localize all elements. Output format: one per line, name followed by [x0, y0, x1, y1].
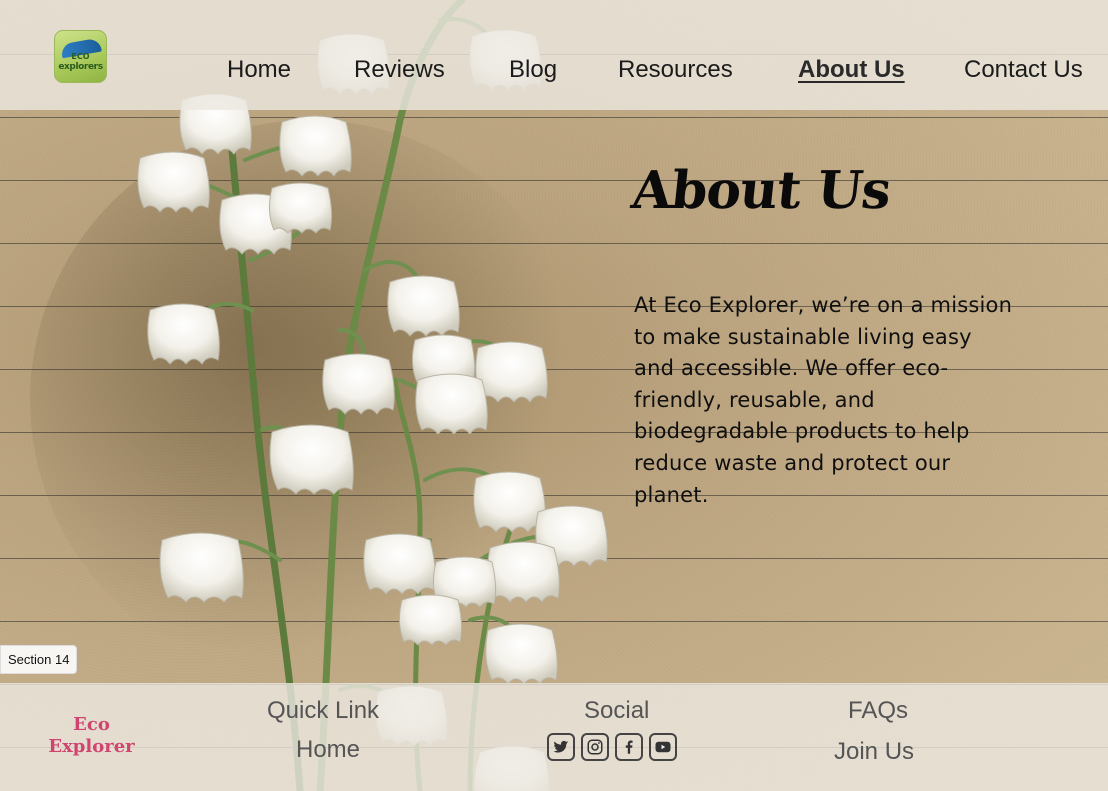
youtube-icon[interactable] — [649, 733, 677, 761]
nav-home[interactable]: Home — [227, 56, 291, 84]
quick-link-heading: Quick Link — [267, 697, 380, 724]
site-header: ECO explorers Home Reviews Blog Resource… — [0, 0, 1108, 110]
nav-contact-us[interactable]: Contact Us — [964, 56, 1083, 84]
logo-line2: explorers — [58, 62, 103, 72]
section-label: Section 14 — [0, 645, 78, 674]
nav-blog[interactable]: Blog — [509, 56, 557, 84]
logo-line1: ECO — [71, 52, 90, 61]
facebook-icon[interactable] — [615, 733, 643, 761]
page-title: About Us — [628, 160, 894, 221]
footer-brand-line1: Eco — [73, 714, 110, 735]
about-paragraph: At Eco Explorer, we’re on a mission to m… — [634, 293, 1013, 507]
footer-brand-line2: Explorer — [48, 736, 135, 757]
nav-about-us[interactable]: About Us — [798, 56, 905, 84]
social-heading: Social — [584, 697, 650, 724]
join-us-link[interactable]: Join Us — [834, 738, 914, 766]
footer-link-home[interactable]: Home — [296, 736, 360, 764]
faqs-heading[interactable]: FAQs — [848, 697, 908, 725]
instagram-icon[interactable] — [581, 733, 609, 761]
social-icons — [547, 733, 677, 761]
nav-reviews[interactable]: Reviews — [354, 56, 445, 84]
eco-explorers-logo[interactable]: ECO explorers — [54, 30, 107, 83]
footer-brand[interactable]: Eco Explorer — [44, 714, 139, 758]
page-background: Section 14 ECO explorers Home Reviews Bl… — [0, 0, 1108, 791]
twitter-icon[interactable] — [547, 733, 575, 761]
flower-shadow — [30, 120, 590, 680]
nav-resources[interactable]: Resources — [618, 56, 733, 84]
